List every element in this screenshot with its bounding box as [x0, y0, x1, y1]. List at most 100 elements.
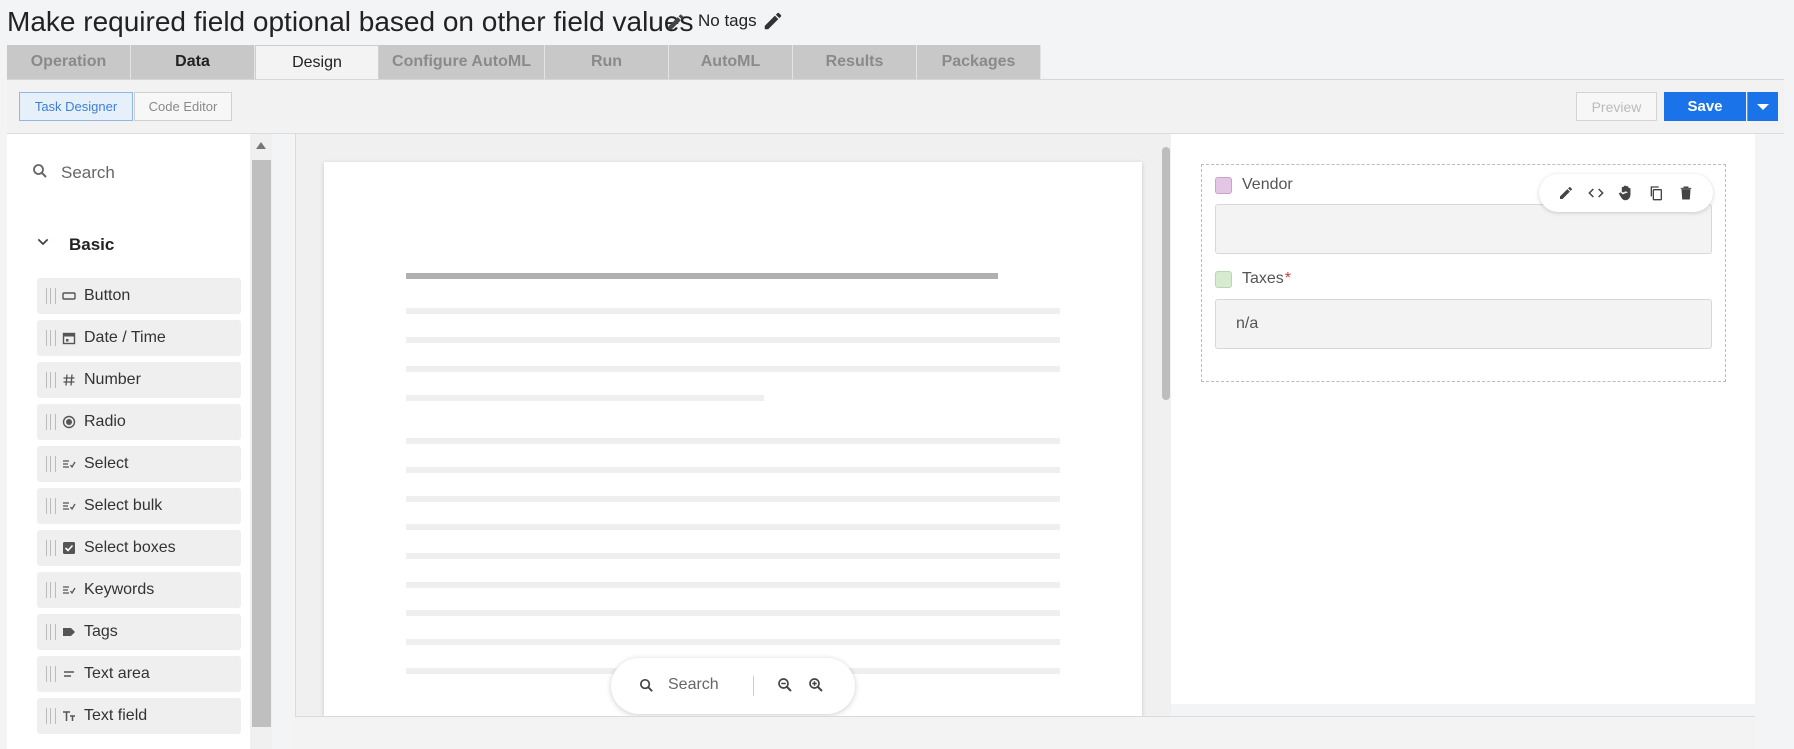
palette-item-label: Keywords: [84, 581, 155, 598]
palette-item-label: Button: [84, 287, 131, 304]
edit-tags-pencil-icon[interactable]: [762, 10, 784, 32]
tab-results[interactable]: Results: [793, 45, 917, 79]
document-text-line: [406, 610, 1060, 616]
palette-item-label: Select: [84, 455, 129, 472]
drag-handle-icon[interactable]: [46, 582, 56, 598]
field-actions-toolbar: [1539, 174, 1713, 212]
drag-handle-icon[interactable]: [46, 456, 56, 472]
document-heading-line: [406, 273, 998, 279]
drag-handle-icon[interactable]: [46, 708, 56, 724]
tab-data[interactable]: Data: [131, 45, 255, 79]
search-icon: [31, 162, 49, 185]
palette-scrollbar[interactable]: [250, 134, 272, 749]
button-icon: [62, 289, 76, 303]
palette-item-select-boxes[interactable]: Select boxes: [37, 530, 241, 566]
component-palette: Search Basic Button Date / Time Number R…: [7, 134, 250, 749]
drag-handle-icon[interactable]: [46, 666, 56, 682]
page-title: Make required field optional based on ot…: [7, 6, 694, 37]
select-list-icon: [62, 499, 76, 513]
required-asterisk: *: [1284, 270, 1292, 287]
form-preview-panel: Vendor Taxes * n/a: [1171, 134, 1755, 704]
palette-item-button[interactable]: Button: [37, 278, 241, 314]
palette-item-select-bulk[interactable]: Select bulk: [37, 488, 241, 524]
tab-design[interactable]: Design: [255, 45, 379, 80]
calendar-icon: [62, 331, 76, 345]
form-container[interactable]: Vendor Taxes * n/a: [1201, 164, 1726, 382]
document-text-line: [406, 438, 1060, 444]
palette-item-label: Date / Time: [84, 329, 166, 346]
palette-item-text-field[interactable]: Text field: [37, 698, 241, 734]
preview-button[interactable]: Preview: [1576, 92, 1657, 121]
drag-handle-icon[interactable]: [46, 540, 56, 556]
document-text-line: [406, 524, 1060, 530]
drag-handle-icon[interactable]: [46, 288, 56, 304]
document-page: [324, 162, 1142, 716]
document-search-bar: Search: [611, 658, 855, 714]
caret-down-icon: [1757, 103, 1769, 110]
palette-item-select[interactable]: Select: [37, 446, 241, 482]
hash-icon: [62, 373, 76, 387]
palette-item-label: Tags: [84, 623, 118, 640]
tab-automl[interactable]: AutoML: [669, 45, 793, 79]
drag-handle-icon[interactable]: [46, 624, 56, 640]
zoom-in-icon[interactable]: [807, 676, 825, 699]
vendor-color-swatch: [1215, 176, 1232, 194]
save-button[interactable]: Save: [1664, 92, 1746, 121]
tab-packages[interactable]: Packages: [917, 45, 1041, 79]
save-options-dropdown[interactable]: [1747, 92, 1778, 121]
taxes-input[interactable]: n/a: [1215, 299, 1712, 349]
drag-handle-icon[interactable]: [46, 414, 56, 430]
tab-configure-automl[interactable]: Configure AutoML: [379, 45, 545, 79]
scroll-up-arrow-icon[interactable]: [256, 142, 266, 149]
palette-item-number[interactable]: Number: [37, 362, 241, 398]
palette-item-label: Select boxes: [84, 539, 176, 556]
palette-item-keywords[interactable]: Keywords: [37, 572, 241, 608]
palette-item-label: Text field: [84, 707, 148, 724]
text-field-icon: [62, 709, 76, 723]
basic-group-header[interactable]: Basic: [35, 234, 114, 255]
title-bar: Make required field optional based on ot…: [0, 0, 1794, 44]
taxes-field-label-row: Taxes *: [1215, 270, 1291, 288]
tag-icon: [62, 625, 76, 639]
palette-item-date-time[interactable]: Date / Time: [37, 320, 241, 356]
design-toolbar: Task Designer Code Editor Preview Save: [7, 79, 1784, 134]
copy-icon[interactable]: [1646, 183, 1666, 203]
palette-item-tags[interactable]: Tags: [37, 614, 241, 650]
vendor-field-label-row: Vendor: [1215, 176, 1293, 194]
palette-search-input[interactable]: Search: [61, 163, 115, 183]
code-icon[interactable]: [1586, 183, 1606, 203]
edit-title-pencil-icon[interactable]: [666, 12, 686, 32]
text-area-icon: [62, 667, 76, 681]
code-editor-toggle[interactable]: Code Editor: [134, 92, 232, 121]
document-text-line: [406, 308, 1060, 314]
drag-handle-icon[interactable]: [46, 330, 56, 346]
radio-icon: [62, 415, 76, 429]
drag-handle-icon[interactable]: [46, 498, 56, 514]
document-text-line: [406, 639, 1060, 645]
select-list-icon: [62, 457, 76, 471]
task-designer-toggle[interactable]: Task Designer: [19, 92, 133, 121]
main-tabs: Operation Data Design Configure AutoML R…: [7, 45, 1041, 80]
taxes-field-label: Taxes: [1242, 270, 1284, 287]
search-icon[interactable]: [638, 677, 655, 699]
document-text-line: [406, 553, 1060, 559]
palette-search[interactable]: Search: [31, 158, 231, 188]
document-search-input[interactable]: Search: [668, 676, 719, 694]
palette-item-label: Text area: [84, 665, 150, 682]
scrollbar-thumb[interactable]: [252, 160, 271, 727]
edit-pencil-icon[interactable]: [1556, 183, 1576, 203]
document-text-line: [406, 467, 1060, 473]
tab-run[interactable]: Run: [545, 45, 669, 79]
trash-icon[interactable]: [1676, 183, 1696, 203]
zoom-out-icon[interactable]: [776, 676, 794, 699]
checkbox-icon: [62, 541, 76, 555]
document-viewer: [295, 134, 1171, 716]
tab-operation[interactable]: Operation: [7, 45, 131, 79]
palette-item-radio[interactable]: Radio: [37, 404, 241, 440]
drag-handle-icon[interactable]: [46, 372, 56, 388]
viewer-scrollbar[interactable]: [1162, 147, 1170, 400]
vendor-field-label: Vendor: [1242, 176, 1293, 193]
palette-item-text-area[interactable]: Text area: [37, 656, 241, 692]
document-text-line: [406, 496, 1060, 502]
drag-hand-icon[interactable]: [1616, 183, 1636, 203]
